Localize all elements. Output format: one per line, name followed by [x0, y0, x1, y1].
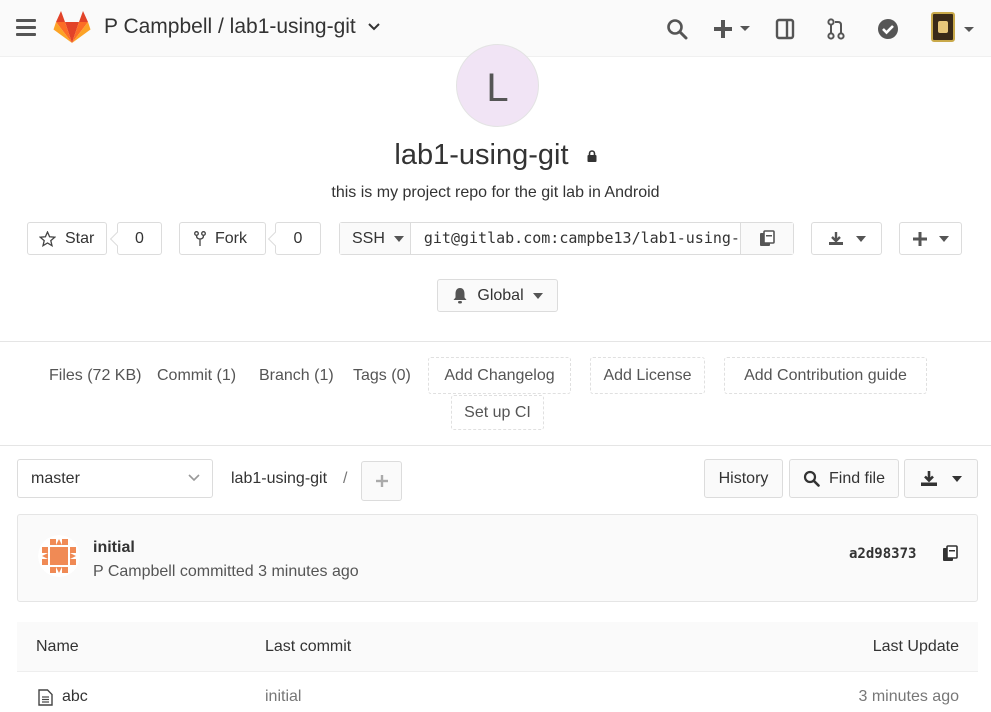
add-file-button[interactable]	[361, 461, 402, 501]
chevron-down-icon	[740, 26, 750, 31]
clipboard-icon	[760, 230, 775, 246]
copy-sha-button[interactable]	[940, 543, 960, 563]
chevron-down-icon	[952, 475, 962, 482]
commit-meta: P Campbell committed 3 minutes ago	[93, 563, 359, 581]
branches-link[interactable]: Branch (1)	[259, 367, 334, 385]
star-label: Star	[65, 229, 95, 247]
todo-check-icon[interactable]	[874, 15, 902, 43]
download-icon	[828, 232, 843, 245]
commit-sha-link[interactable]: a2d98373	[849, 546, 916, 562]
clone-protocol-dropdown[interactable]: SSH	[340, 223, 411, 254]
tags-link[interactable]: Tags (0)	[353, 367, 411, 385]
fork-label: Fork	[215, 229, 247, 247]
project-title: lab1-using-git	[0, 139, 991, 172]
divider	[0, 445, 991, 446]
star-count-value: 0	[135, 229, 144, 247]
history-button[interactable]: History	[704, 459, 783, 498]
commits-link[interactable]: Commit (1)	[157, 367, 236, 385]
commit-author-link[interactable]: P Campbell	[93, 563, 175, 580]
project-description: this is my project repo for the git lab …	[331, 184, 660, 201]
star-count[interactable]: 0	[117, 222, 162, 255]
chevron-down-icon	[532, 292, 543, 299]
bell-icon	[453, 288, 467, 304]
branch-selector[interactable]: master	[17, 459, 213, 498]
chevron-down-icon	[855, 235, 866, 242]
column-header-last-commit: Last commit	[265, 638, 352, 655]
gitlab-logo[interactable]	[53, 10, 91, 44]
clone-url-input[interactable]	[410, 223, 741, 254]
commit-time: 3 minutes ago	[258, 563, 359, 580]
chevron-down-icon	[367, 23, 380, 31]
column-header-name: Name	[36, 638, 79, 655]
chevron-down-icon	[938, 235, 949, 242]
notification-dropdown[interactable]: Global	[437, 279, 558, 312]
fork-button[interactable]: Fork	[179, 222, 266, 255]
find-file-label: Find file	[828, 469, 886, 487]
add-contribution-guide-link[interactable]: Add Contribution guide	[724, 357, 927, 394]
search-icon[interactable]	[663, 15, 691, 43]
chevron-down-icon	[188, 474, 200, 482]
clone-protocol-label: SSH	[352, 229, 385, 247]
project-avatar: L	[456, 44, 539, 127]
commit-title-link[interactable]: initial	[93, 539, 135, 557]
author-identicon[interactable]	[38, 535, 80, 577]
hamburger-icon[interactable]	[16, 19, 36, 37]
add-license-link[interactable]: Add License	[590, 357, 705, 394]
new-item-dropdown[interactable]	[709, 15, 755, 43]
divider	[0, 341, 991, 342]
project-path-text: P Campbell / lab1-using-git	[104, 15, 356, 38]
repo-root-breadcrumb[interactable]: lab1-using-git	[231, 470, 327, 488]
file-name-link[interactable]: abc	[62, 688, 88, 706]
clone-url-group: SSH	[339, 222, 794, 255]
lock-icon	[587, 150, 597, 163]
search-icon	[803, 470, 820, 487]
history-label: History	[718, 469, 769, 487]
star-icon	[39, 230, 56, 247]
add-changelog-link[interactable]: Add Changelog	[428, 357, 571, 394]
files-link[interactable]: Files (72 KB)	[49, 367, 141, 385]
setup-ci-link[interactable]: Set up CI	[451, 395, 544, 430]
project-name: lab1-using-git	[394, 139, 569, 171]
download-dropdown[interactable]	[811, 222, 882, 255]
project-breadcrumb[interactable]: P Campbell / lab1-using-git	[104, 15, 380, 39]
notification-label: Global	[477, 286, 524, 304]
find-file-button[interactable]: Find file	[789, 459, 899, 498]
copy-url-button[interactable]	[740, 223, 793, 254]
file-last-commit-link[interactable]: initial	[265, 688, 301, 706]
plus-icon	[912, 231, 927, 246]
download-icon	[921, 471, 937, 486]
files-table-header: Name Last commit Last Update	[17, 622, 978, 672]
file-icon	[38, 689, 53, 711]
fork-icon	[194, 230, 206, 246]
column-header-last-update: Last Update	[872, 638, 959, 655]
repo-download-dropdown[interactable]	[904, 459, 978, 498]
last-commit-panel: initial P Campbell committed 3 minutes a…	[17, 514, 978, 602]
committed-text: committed	[179, 563, 254, 580]
file-last-update: 3 minutes ago	[858, 688, 959, 705]
branch-name: master	[31, 469, 80, 487]
plus-icon	[375, 475, 388, 487]
plus-icon	[714, 20, 732, 38]
chevron-down-icon	[393, 235, 404, 242]
fork-count-value: 0	[293, 229, 303, 247]
fork-count[interactable]: 0	[275, 222, 321, 255]
star-button[interactable]: Star	[27, 222, 107, 255]
sidebar-toggle-icon[interactable]	[771, 15, 799, 43]
clipboard-icon	[943, 544, 958, 561]
user-avatar[interactable]	[931, 12, 955, 42]
project-avatar-letter: L	[486, 66, 509, 110]
add-dropdown[interactable]	[899, 222, 962, 255]
table-row[interactable]: abc initial 3 minutes ago	[17, 672, 978, 712]
chevron-down-icon[interactable]	[963, 26, 975, 34]
merge-request-icon[interactable]	[822, 15, 850, 43]
path-separator: /	[343, 470, 348, 487]
